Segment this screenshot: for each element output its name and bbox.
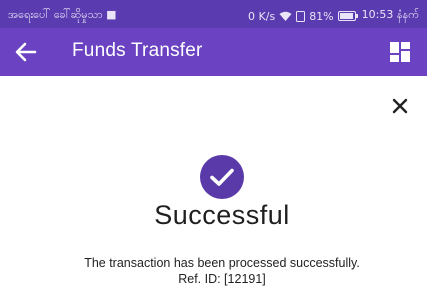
carrier-text: အရေးပေါ် ခေါ်ဆိုမှုသာ bbox=[8, 8, 103, 21]
network-speed: 0 K/s bbox=[248, 9, 276, 23]
clock: 10:53 နံနက် bbox=[361, 8, 419, 21]
battery-level: 81% bbox=[309, 9, 334, 23]
reference-id: Ref. ID: [12191] bbox=[178, 272, 266, 286]
status-title: Successful bbox=[154, 200, 290, 230]
result-message: The transaction has been processed succe… bbox=[0, 255, 427, 287]
message-text: The transaction has been processed succe… bbox=[84, 256, 360, 270]
close-icon[interactable] bbox=[391, 97, 409, 115]
status-carrier: အရေးပေါ် ခေါ်ဆိုမှုသာ ■ bbox=[8, 8, 117, 24]
battery-icon bbox=[337, 11, 358, 21]
status-indicators: 0 K/s 81% 10:53 နံနက် bbox=[248, 8, 419, 24]
notification-icon: ■ bbox=[106, 8, 117, 21]
app-bar: Funds Transfer bbox=[0, 28, 427, 76]
dashboard-icon[interactable] bbox=[389, 41, 411, 63]
status-bar: အရေးပေါ် ခေါ်ဆိုမှုသာ ■ 0 K/s 81% 10:53 … bbox=[0, 0, 427, 28]
page-title: Funds Transfer bbox=[72, 40, 203, 61]
wifi-icon bbox=[279, 11, 292, 22]
sim-icon bbox=[296, 10, 306, 22]
check-circle-icon bbox=[199, 154, 245, 200]
arrow-left-icon[interactable] bbox=[12, 38, 40, 66]
